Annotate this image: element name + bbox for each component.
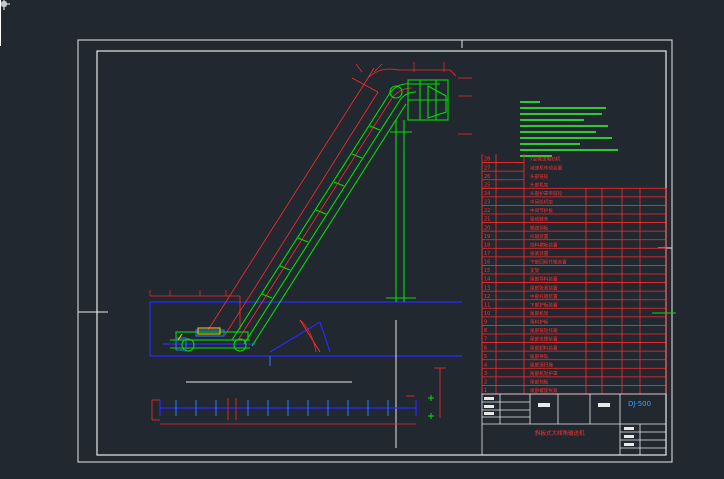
title-block: DJ-500 斜板式大倾角输送机	[481, 393, 667, 456]
bom-row-number: 10	[484, 311, 490, 317]
bom-row-number: 26	[484, 174, 490, 180]
bom-row-label: 尾部螺旋张紧	[530, 387, 558, 394]
bom-row-label: 尾部导料装置	[530, 276, 558, 283]
bom-row-label: 张紧装置	[530, 250, 549, 257]
bom-row-number: 7	[484, 337, 487, 343]
drawing-title: 斜板式大倾角输送机	[535, 429, 585, 437]
bom-row-label: 下部回程托辊装置	[530, 259, 567, 266]
plan-view	[151, 320, 446, 448]
bom-row-label: 头部链轮	[530, 173, 549, 180]
bom-row-number: 1	[484, 388, 487, 394]
conveyor-body	[170, 79, 449, 352]
bom-row-number: 4	[484, 362, 487, 368]
drawing-code: DJ-500	[628, 400, 651, 408]
bom-row-number: 12	[484, 294, 490, 300]
dimension-marks	[149, 62, 472, 353]
bom-row-label: 中间段机架	[530, 199, 553, 206]
bom-row-number: 17	[484, 251, 490, 257]
technical-notes	[520, 101, 618, 157]
bom-row-number: 28	[484, 157, 490, 163]
bom-row-label: 尾部挡板	[530, 379, 549, 386]
bom-row-label: 尾部机架	[530, 310, 549, 317]
cad-drawing-canvas[interactable]: 28 Y型输送电动机27 减速机传动装置26 头部链轮25 头部机架24 头部护罩带链轮2…	[0, 0, 724, 479]
bom-row-label: 尾部卸料装置	[530, 344, 558, 351]
bom-row-number: 18	[484, 242, 490, 248]
bom-row-label: 尾部机架护罩	[530, 370, 558, 377]
bom-row-number: 24	[484, 191, 490, 197]
conveyor-envelope	[150, 67, 457, 353]
bom-row-label: 中间节护板	[530, 207, 553, 214]
bom-row-number: 21	[484, 217, 490, 223]
bom-row-number: 3	[484, 371, 487, 377]
bom-row-label: 落料护板	[530, 319, 549, 326]
bom-row-number: 11	[484, 302, 490, 308]
bom-row-number: 6	[484, 345, 487, 351]
bom-row-label: 尾部支撑装置	[530, 336, 558, 343]
bom-row-label: 中部托辊装置	[530, 293, 558, 300]
bom-row-label: 减速机传动装置	[530, 164, 563, 171]
bom-row-label: 驱动链条	[530, 216, 549, 223]
bom-row-label: 尾部导轨	[530, 353, 549, 360]
bom-row-number: 5	[484, 354, 487, 360]
bom-row-number: 8	[484, 328, 487, 334]
bom-row-label: 输送斜板	[530, 224, 549, 231]
bom-row-number: 9	[484, 320, 487, 326]
bom-row-label: 支架	[530, 267, 540, 274]
bom-row-number: 20	[484, 225, 490, 231]
bom-table: 28 Y型输送电动机27 减速机传动装置26 头部链轮25 头部机架24 头部护罩带链轮2…	[481, 154, 667, 395]
bom-row-number: 16	[484, 260, 490, 266]
crosshair-cursor-icon	[0, 0, 10, 46]
bom-row-label: 尾部链轮托辊	[530, 327, 558, 334]
bom-row-label: 尾部张紧装置	[530, 284, 558, 291]
bom-row-number: 25	[484, 182, 490, 188]
bom-row-number: 27	[484, 165, 490, 171]
bom-row-number: 19	[484, 234, 490, 240]
bom-row-number: 13	[484, 285, 490, 291]
bom-row-number: 14	[484, 277, 490, 283]
bom-row-label: 下部护板装置	[530, 301, 558, 308]
bom-row-label: 托辊装置	[530, 233, 549, 240]
bom-row-number: 22	[484, 208, 490, 214]
bom-row-number: 15	[484, 268, 490, 274]
bom-row-label: 头部护罩带链轮	[530, 190, 563, 197]
bom-row-number: 2	[484, 380, 487, 386]
conveyor-elevation-view	[149, 62, 472, 366]
bom-row-label: 挡料裙板装置	[530, 241, 558, 248]
bom-row-label: 尾部清扫器	[530, 361, 553, 368]
bom-row-number: 23	[484, 200, 490, 206]
bom-row-label: 头部机架	[530, 181, 549, 188]
bom-row-label: Y型输送电动机	[529, 156, 561, 163]
